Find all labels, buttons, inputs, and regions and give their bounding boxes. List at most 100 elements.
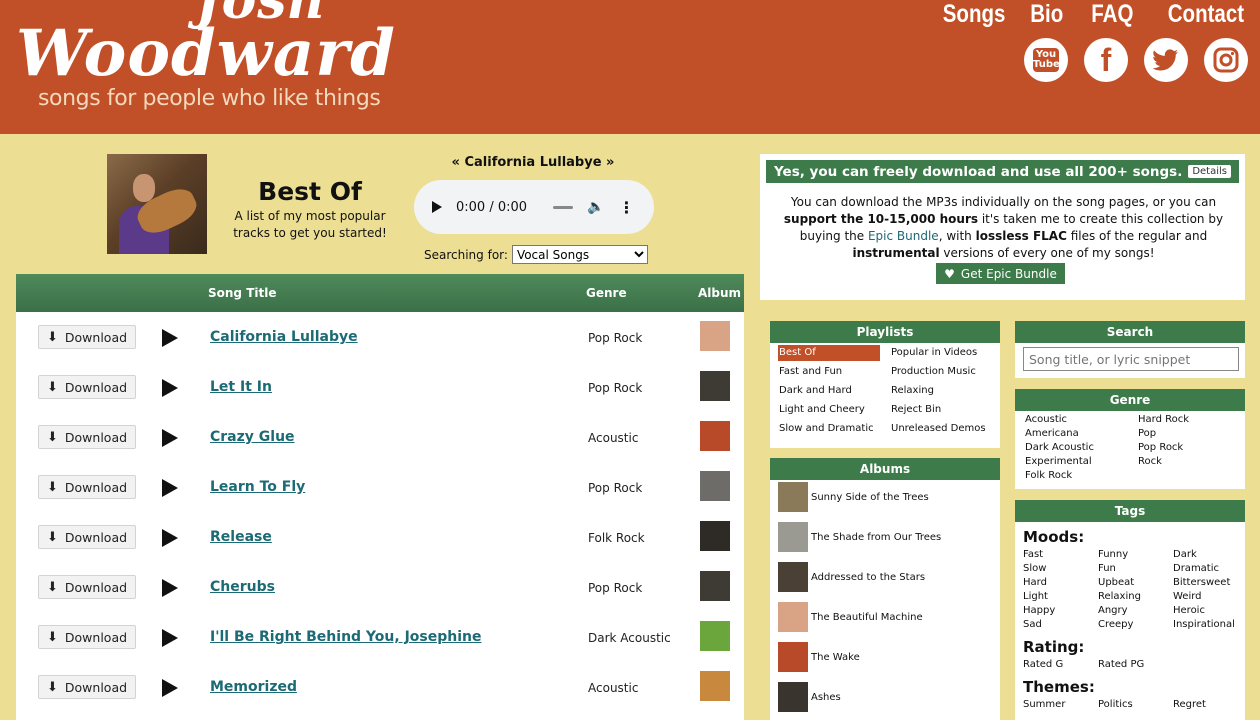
tag-item[interactable]: Relaxing (1098, 590, 1173, 604)
tag-item[interactable]: Upbeat (1098, 576, 1173, 590)
tag-item[interactable]: Weird (1173, 590, 1243, 604)
tag-item[interactable]: Dramatic (1173, 562, 1243, 576)
album-thumbnail[interactable] (700, 371, 730, 401)
song-title-link[interactable]: Crazy Glue (210, 429, 295, 445)
more-options-icon[interactable]: ⋮ (618, 198, 634, 217)
nav-bio[interactable]: Bio (1031, 0, 1064, 29)
download-button[interactable]: ⬇ Download (38, 675, 136, 699)
play-icon[interactable] (162, 579, 178, 597)
tag-item[interactable]: Rated PG (1098, 658, 1173, 672)
playlist-item[interactable]: Relaxing (890, 383, 1000, 399)
details-button[interactable]: Details (1188, 165, 1231, 178)
song-title-link[interactable]: Let It In (210, 379, 272, 395)
download-button[interactable]: ⬇ Download (38, 525, 136, 549)
song-title-link[interactable]: Cherubs (210, 579, 275, 595)
download-button[interactable]: ⬇ Download (38, 325, 136, 349)
genre-item[interactable]: Acoustic (1025, 413, 1138, 427)
song-title-link[interactable]: Memorized (210, 679, 297, 695)
song-title-link[interactable]: California Lullabye (210, 329, 358, 345)
tag-item[interactable]: Rated G (1023, 658, 1098, 672)
tag-item[interactable]: Angry (1098, 604, 1173, 618)
tag-item[interactable]: Summer (1023, 698, 1098, 712)
song-title-link[interactable]: Learn To Fly (210, 479, 305, 495)
tag-item[interactable]: Fast (1023, 548, 1098, 562)
album-thumbnail[interactable] (700, 571, 730, 601)
tag-item[interactable]: Creepy (1098, 618, 1173, 632)
playlist-item[interactable]: Slow and Dramatic (778, 421, 890, 437)
album-thumbnail[interactable] (700, 471, 730, 501)
album-item[interactable]: The Wake (778, 642, 860, 672)
tag-item[interactable]: Fun (1098, 562, 1173, 576)
volume-icon[interactable]: 🔈 (587, 199, 604, 215)
playlist-item[interactable]: Popular in Videos (890, 345, 1000, 361)
album-thumbnail[interactable] (700, 421, 730, 451)
youtube-icon[interactable]: You Tube (1024, 38, 1068, 82)
album-thumbnail[interactable] (700, 621, 730, 651)
song-type-select[interactable]: Vocal Songs (511, 245, 648, 264)
download-button[interactable]: ⬇ Download (38, 575, 136, 599)
tag-item[interactable]: Light (1023, 590, 1098, 604)
playlist-item[interactable]: Light and Cheery (778, 402, 890, 418)
play-icon[interactable] (162, 329, 178, 347)
download-button[interactable]: ⬇ Download (38, 475, 136, 499)
twitter-bird-icon (1153, 49, 1178, 71)
album-item[interactable]: The Beautiful Machine (778, 602, 923, 632)
genre-item[interactable]: Rock (1138, 455, 1238, 469)
twitter-icon[interactable] (1144, 38, 1188, 82)
song-title-link[interactable]: Release (210, 529, 272, 545)
nav-contact[interactable]: Contact (1168, 0, 1244, 29)
play-icon[interactable] (162, 379, 178, 397)
download-button[interactable]: ⬇ Download (38, 425, 136, 449)
song-genre: Dark Acoustic (588, 631, 671, 645)
playlist-item[interactable]: Reject Bin (890, 402, 1000, 418)
play-icon[interactable] (162, 529, 178, 547)
get-epic-bundle-button[interactable]: ♥ Get Epic Bundle (936, 263, 1065, 284)
playlist-item[interactable]: Production Music (890, 364, 1000, 380)
genre-item[interactable]: Americana (1025, 427, 1138, 441)
playlist-item[interactable]: Best Of (778, 345, 880, 361)
genre-item[interactable]: Folk Rock (1025, 469, 1138, 483)
player-progress-bar[interactable] (553, 205, 574, 209)
album-item[interactable]: Addressed to the Stars (778, 562, 925, 592)
search-input[interactable] (1023, 347, 1239, 371)
play-icon[interactable] (162, 629, 178, 647)
album-thumbnail[interactable] (700, 671, 730, 701)
album-thumbnail[interactable] (700, 521, 730, 551)
genre-item[interactable]: Hard Rock (1138, 413, 1238, 427)
nav-faq[interactable]: FAQ (1091, 0, 1133, 29)
tag-item[interactable]: Heroic (1173, 604, 1243, 618)
download-button[interactable]: ⬇ Download (38, 375, 136, 399)
tag-item[interactable]: Funny (1098, 548, 1173, 562)
genre-item[interactable]: Dark Acoustic (1025, 441, 1138, 455)
tag-item[interactable]: Politics (1098, 698, 1173, 712)
song-title-link[interactable]: I'll Be Right Behind You, Josephine (210, 629, 481, 645)
player-play-icon[interactable] (432, 201, 442, 213)
play-icon[interactable] (162, 679, 178, 697)
tag-item[interactable]: Sad (1023, 618, 1098, 632)
epic-bundle-link[interactable]: Epic Bundle (868, 229, 939, 243)
album-thumbnail[interactable] (700, 321, 730, 351)
album-item[interactable]: Sunny Side of the Trees (778, 482, 929, 512)
genre-item[interactable]: Experimental (1025, 455, 1138, 469)
playlist-item[interactable]: Dark and Hard (778, 383, 890, 399)
instagram-icon[interactable] (1204, 38, 1248, 82)
genre-item[interactable]: Pop (1138, 427, 1238, 441)
tag-item[interactable]: Happy (1023, 604, 1098, 618)
album-item[interactable]: Ashes (778, 682, 841, 712)
tag-item[interactable]: Inspirational (1173, 618, 1243, 632)
album-item[interactable]: The Shade from Our Trees (778, 522, 941, 552)
download-button[interactable]: ⬇ Download (38, 625, 136, 649)
tag-item[interactable]: Bittersweet (1173, 576, 1243, 590)
facebook-icon[interactable]: f (1084, 38, 1128, 82)
playlist-item[interactable]: Fast and Fun (778, 364, 890, 380)
tag-item[interactable]: Slow (1023, 562, 1098, 576)
play-icon[interactable] (162, 429, 178, 447)
genre-item[interactable]: Pop Rock (1138, 441, 1238, 455)
play-icon[interactable] (162, 479, 178, 497)
tag-item[interactable]: Regret (1173, 698, 1243, 712)
playlist-item[interactable]: Unreleased Demos (890, 421, 1000, 437)
site-logo[interactable]: Josh Woodward (16, 0, 396, 85)
nav-songs[interactable]: Songs (943, 0, 1006, 29)
tag-item[interactable]: Hard (1023, 576, 1098, 590)
tag-item[interactable]: Dark (1173, 548, 1243, 562)
